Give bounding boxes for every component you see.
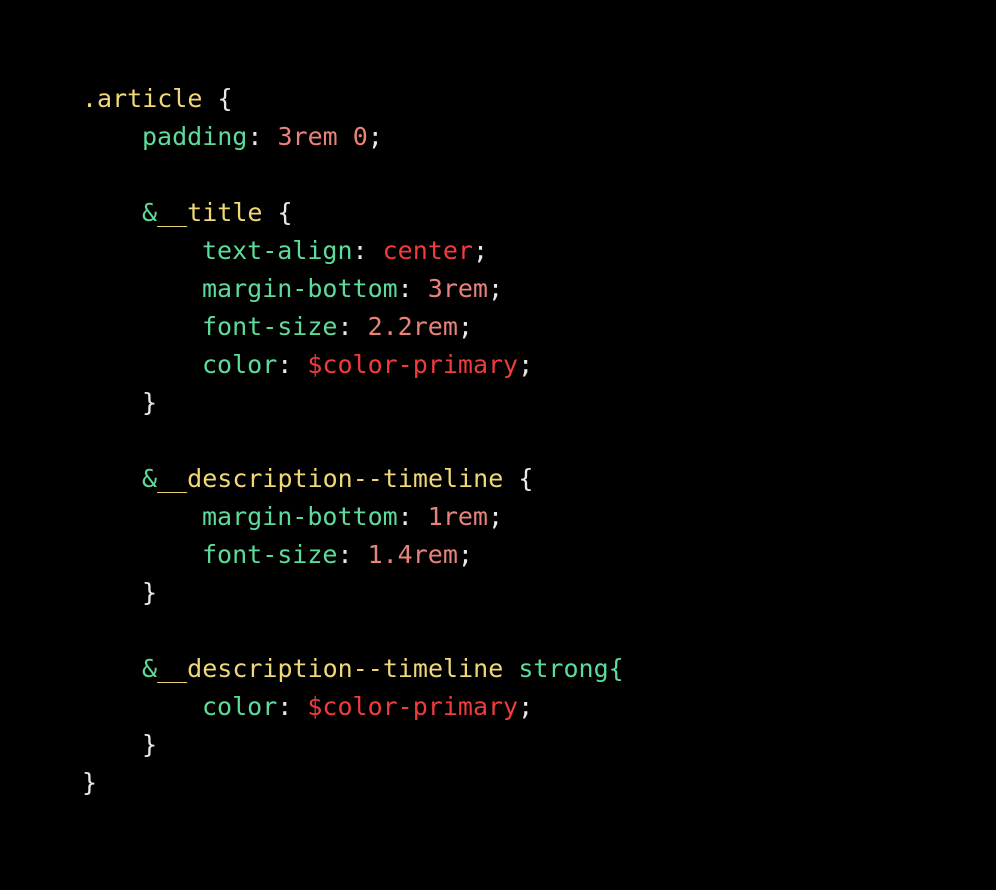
code-token-property: color: [202, 350, 278, 379]
code-token-punct: [503, 464, 518, 493]
code-token-punct: :: [352, 236, 383, 265]
code-token-brace: {: [518, 464, 534, 493]
code-line[interactable]: color: $color-primary;: [0, 346, 996, 384]
code-token-punct: [262, 198, 277, 227]
code-line[interactable]: margin-bottom: 1rem;: [0, 498, 996, 536]
code-token-selector: __description--timeline: [157, 464, 504, 493]
code-token-punct: :: [397, 274, 428, 303]
code-line[interactable]: font-size: 1.4rem;: [0, 536, 996, 574]
code-line[interactable]: text-align: center;: [0, 232, 996, 270]
code-token-property: margin-bottom: [202, 274, 398, 303]
code-token-punct: ;: [472, 236, 488, 265]
code-token-punct: ;: [488, 274, 504, 303]
code-token-property: font-size: [202, 312, 338, 341]
code-line[interactable]: }: [0, 384, 996, 422]
code-token-number: 2.2rem: [367, 312, 458, 341]
code-line[interactable]: font-size: 2.2rem;: [0, 308, 996, 346]
code-token-brace: }: [82, 768, 98, 797]
code-token-punct: :: [247, 122, 278, 151]
code-line-blank[interactable]: [0, 156, 996, 194]
code-token-property: font-size: [202, 540, 338, 569]
code-line[interactable]: }: [0, 726, 996, 764]
code-token-punct: [503, 654, 518, 683]
code-token-punct: ;: [367, 122, 383, 151]
code-token-selector: __title: [157, 198, 263, 227]
code-token-brace: }: [142, 578, 158, 607]
code-token-punct: ;: [488, 502, 504, 531]
code-line-blank[interactable]: [0, 422, 996, 460]
code-token-punct: ;: [518, 350, 534, 379]
code-token-brace: }: [142, 388, 158, 417]
code-token-punct: ;: [518, 692, 534, 721]
code-line-blank[interactable]: [0, 612, 996, 650]
code-token-element: strong{: [518, 654, 624, 683]
code-token-punct: :: [397, 502, 428, 531]
code-line[interactable]: .article {: [0, 80, 996, 118]
code-token-number: 1.4rem: [367, 540, 458, 569]
code-token-selector: __description--timeline: [157, 654, 504, 683]
code-line[interactable]: color: $color-primary;: [0, 688, 996, 726]
code-token-property: padding: [142, 122, 248, 151]
code-token-brace: {: [217, 84, 233, 113]
code-token-keyword: $color-primary: [307, 692, 519, 721]
code-token-punct: [202, 84, 217, 113]
code-line[interactable]: &__description--timeline {: [0, 460, 996, 498]
code-line[interactable]: }: [0, 764, 996, 802]
code-line[interactable]: &__title {: [0, 194, 996, 232]
code-line[interactable]: margin-bottom: 3rem;: [0, 270, 996, 308]
code-token-selector: .article: [82, 84, 203, 113]
code-token-property: margin-bottom: [202, 502, 398, 531]
code-token-number: 3rem 0: [277, 122, 368, 151]
code-token-number: 3rem: [427, 274, 488, 303]
code-token-amp: &: [142, 198, 158, 227]
code-editor[interactable]: .article {padding: 3rem 0; &__title {tex…: [0, 0, 996, 890]
code-token-punct: :: [277, 692, 308, 721]
code-token-amp: &: [142, 464, 158, 493]
code-token-brace: {: [277, 198, 293, 227]
code-token-punct: ;: [457, 540, 473, 569]
code-token-property: text-align: [202, 236, 353, 265]
code-token-punct: :: [337, 540, 368, 569]
code-token-keyword: $color-primary: [307, 350, 519, 379]
code-token-punct: ;: [457, 312, 473, 341]
code-token-amp: &: [142, 654, 158, 683]
code-line[interactable]: padding: 3rem 0;: [0, 118, 996, 156]
code-token-punct: :: [277, 350, 308, 379]
code-token-keyword: center: [382, 236, 473, 265]
code-line[interactable]: }: [0, 574, 996, 612]
code-token-property: color: [202, 692, 278, 721]
code-token-number: 1rem: [427, 502, 488, 531]
code-token-brace: }: [142, 730, 158, 759]
code-line[interactable]: &__description--timeline strong{: [0, 650, 996, 688]
code-token-punct: :: [337, 312, 368, 341]
code-block[interactable]: .article {padding: 3rem 0; &__title {tex…: [0, 80, 996, 802]
